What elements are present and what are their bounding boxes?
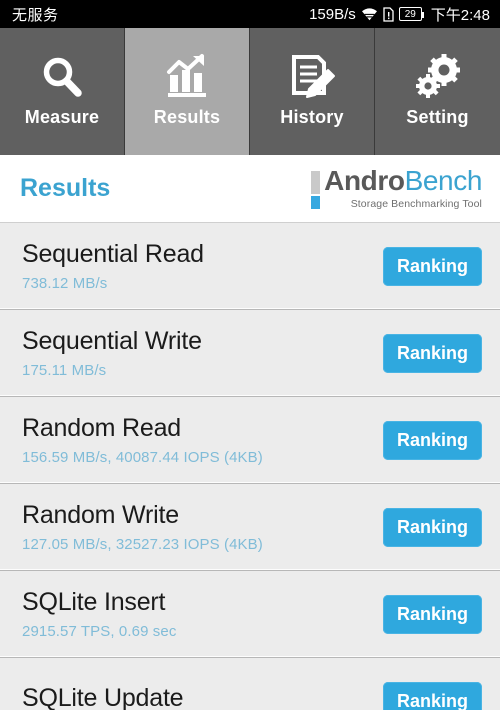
network-speed-label: 159B/s — [309, 5, 356, 23]
status-bar: 无服务 159B/s 29 下午2:48 — [0, 0, 500, 28]
table-row[interactable]: Sequential Write 175.11 MB/s Ranking — [0, 310, 500, 397]
carrier-label: 无服务 — [12, 6, 59, 24]
result-title: Random Read — [22, 414, 182, 443]
result-title: SQLite Insert — [22, 588, 166, 617]
result-value: 175.11 MB/s — [22, 361, 107, 379]
tab-bar: Measure Results History Setting — [0, 28, 500, 155]
tab-results-label: Results — [153, 107, 221, 127]
logo-text: AndroBench Storage Benchmarking Tool — [324, 167, 482, 211]
row-texts: SQLite Update — [22, 683, 184, 710]
row-texts: Sequential Write 175.11 MB/s — [22, 327, 202, 379]
tab-setting-label: Setting — [406, 107, 469, 127]
result-title: Sequential Write — [22, 327, 202, 356]
row-texts: Sequential Read 738.12 MB/s — [22, 240, 204, 292]
row-texts: SQLite Insert 2915.57 TPS, 0.69 sec — [22, 588, 176, 640]
logo-wordmark: AndroBench — [324, 167, 482, 195]
result-value: 2915.57 TPS, 0.69 sec — [22, 622, 177, 640]
ranking-button[interactable]: Ranking — [382, 594, 482, 634]
tab-measure-label: Measure — [24, 107, 100, 127]
gears-icon — [414, 49, 462, 105]
tab-setting[interactable]: Setting — [375, 28, 500, 155]
row-texts: Random Write 127.05 MB/s, 32527.23 IOPS … — [22, 501, 263, 553]
wifi-icon — [361, 7, 378, 21]
table-row[interactable]: SQLite Update Ranking — [0, 658, 500, 710]
battery-icon: 29 — [398, 7, 424, 21]
bar-chart-icon — [163, 49, 211, 105]
document-pencil-icon — [288, 49, 336, 105]
magnifier-icon — [38, 49, 86, 105]
tab-results[interactable]: Results — [125, 28, 250, 155]
logo-bar-top — [311, 170, 321, 194]
androbench-logo: AndroBench Storage Benchmarking Tool — [311, 167, 482, 210]
ranking-button[interactable]: Ranking — [382, 420, 482, 460]
app-header: Results AndroBench Storage Benchmarking … — [0, 155, 500, 223]
ranking-button[interactable]: Ranking — [382, 507, 482, 547]
battery-level-label: 29 — [404, 8, 416, 20]
result-value: 127.05 MB/s, 32527.23 IOPS (4KB) — [22, 535, 263, 553]
row-texts: Random Read 156.59 MB/s, 40087.44 IOPS (… — [22, 414, 263, 466]
logo-tagline: Storage Benchmarking Tool — [350, 198, 482, 210]
logo-secondary-text: Bench — [404, 165, 483, 196]
ranking-button[interactable]: Ranking — [382, 333, 482, 373]
result-title: Random Write — [22, 501, 179, 530]
tab-history-label: History — [280, 107, 344, 127]
result-value: 156.59 MB/s, 40087.44 IOPS (4KB) — [22, 448, 263, 466]
result-title: SQLite Update — [22, 683, 184, 710]
page-title: Results — [20, 174, 111, 202]
status-icons: 159B/s 29 下午2:48 — [309, 4, 490, 25]
results-list[interactable]: Sequential Read 738.12 MB/s Ranking Sequ… — [0, 223, 500, 710]
table-row[interactable]: Random Read 156.59 MB/s, 40087.44 IOPS (… — [0, 397, 500, 484]
ranking-button[interactable]: Ranking — [382, 681, 482, 710]
tab-measure[interactable]: Measure — [0, 28, 125, 155]
table-row[interactable]: Random Write 127.05 MB/s, 32527.23 IOPS … — [0, 484, 500, 571]
tab-history[interactable]: History — [250, 28, 375, 155]
logo-primary-text: Andro — [324, 165, 405, 196]
table-row[interactable]: Sequential Read 738.12 MB/s Ranking — [0, 223, 500, 310]
clock-label: 下午2:48 — [430, 6, 490, 24]
result-value: 738.12 MB/s — [22, 274, 108, 292]
ranking-button[interactable]: Ranking — [382, 246, 482, 286]
table-row[interactable]: SQLite Insert 2915.57 TPS, 0.69 sec Rank… — [0, 571, 500, 658]
result-title: Sequential Read — [22, 240, 204, 269]
logo-mark-icon — [311, 169, 321, 209]
logo-bar-bottom — [311, 195, 321, 209]
sim-alert-icon — [383, 6, 394, 22]
